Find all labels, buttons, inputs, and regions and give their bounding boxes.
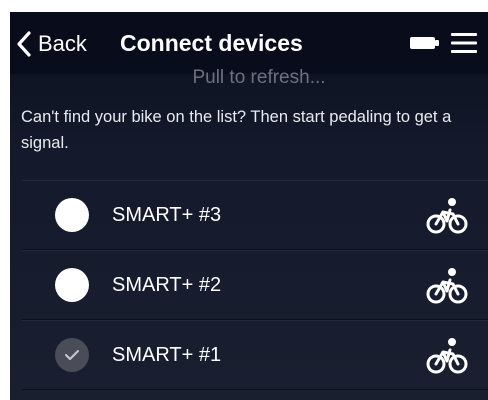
bike-icon [426,198,468,234]
bike-icon [426,338,468,374]
pull-to-refresh-label: Pull to refresh... [192,67,326,86]
app-screen: Back Connect devices Pull to refresh... … [10,12,488,400]
device-row[interactable]: SMART+ #1 [22,320,488,390]
radio-button[interactable] [55,268,89,302]
checkmark-icon [65,350,79,360]
radio-button-checked[interactable] [55,338,89,372]
device-row[interactable]: SMART+ #2 [22,250,488,320]
pull-to-refresh: Pull to refresh... [10,66,488,86]
radio-button[interactable] [55,198,89,232]
device-name: SMART+ #2 [112,274,222,296]
hamburger-menu-icon[interactable] [451,32,477,54]
battery-icon [410,37,439,49]
hint-text: Can't find your bike on the list? Then s… [21,108,452,152]
device-name: SMART+ #3 [112,204,222,226]
back-button[interactable]: Back [16,28,87,60]
device-row[interactable]: SMART+ #3 [22,180,488,250]
chevron-left-icon [17,31,31,57]
header-bar: Back Connect devices [10,12,488,74]
device-list: SMART+ #3 SMART+ #2 SMART+ #1 [22,180,488,390]
bike-icon [426,268,468,304]
back-label: Back [38,31,87,56]
page-title: Connect devices [120,30,303,56]
device-name: SMART+ #1 [112,344,222,366]
